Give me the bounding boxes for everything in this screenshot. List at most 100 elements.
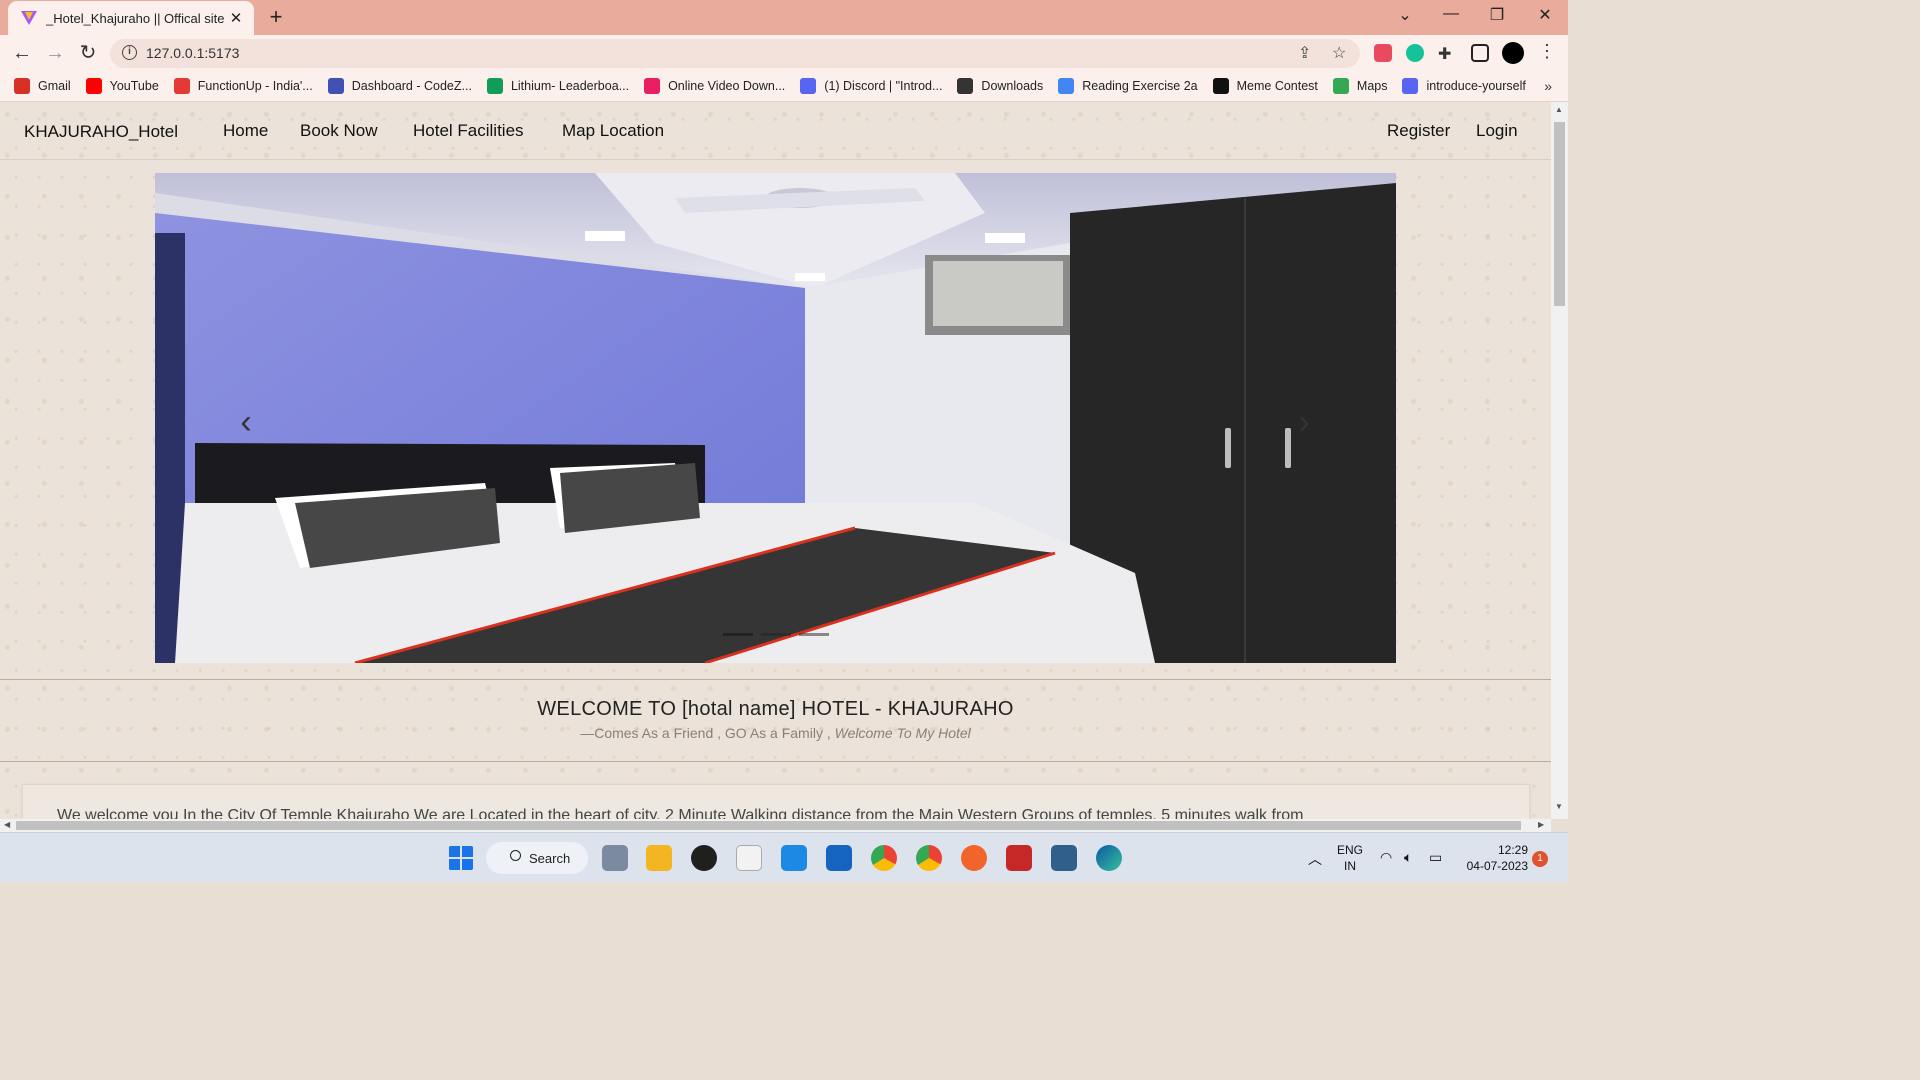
docs-icon [1058, 78, 1075, 94]
start-windows-icon[interactable] [448, 845, 474, 871]
horizontal-scrollbar[interactable]: ◀ ▶ [0, 819, 1551, 832]
chrome-menu-icon[interactable]: ⋮ [1538, 41, 1556, 62]
task-view-icon[interactable] [602, 845, 628, 871]
grammarly-icon[interactable] [1406, 44, 1424, 62]
reload-button[interactable]: ↻ [76, 41, 100, 65]
share-icon[interactable]: ⇪ [1298, 43, 1311, 63]
carousel-indicator-2[interactable] [761, 633, 791, 636]
vertical-scrollbar[interactable]: ▲ ▼ [1551, 102, 1568, 819]
sql-workbench-icon[interactable] [1051, 845, 1077, 871]
bookmark-item[interactable]: (1) Discord | "Introd... [800, 78, 942, 94]
address-bar[interactable]: i 127.0.0.1:5173 ⇪ ☆ [110, 39, 1360, 68]
nav-book-now-link[interactable]: Book Now [300, 121, 377, 141]
forward-button[interactable]: → [43, 41, 67, 65]
clock-time[interactable]: 12:29 [1456, 843, 1528, 857]
bookmark-item[interactable]: Maps [1332, 78, 1387, 94]
mail-icon[interactable] [826, 845, 852, 871]
bookmark-item[interactable]: Lithium- Leaderboa... [486, 78, 630, 94]
carousel-indicator-1[interactable] [723, 633, 753, 636]
discord-icon [800, 78, 817, 94]
bookmark-item[interactable]: Dashboard - CodeZ... [327, 78, 472, 94]
extension-red-icon[interactable] [1374, 44, 1392, 62]
youtube-icon [85, 78, 102, 94]
download-icon [957, 78, 974, 94]
tagline-plain: —Comes As a Friend , GO As a Family , [580, 725, 831, 741]
tab-close-icon[interactable]: ✕ [228, 9, 244, 27]
extensions-puzzle-icon[interactable]: ✚ [1438, 44, 1456, 63]
site-brand[interactable]: KHAJURAHO_Hotel [24, 122, 178, 142]
bookmark-star-icon[interactable]: ☆ [1332, 43, 1346, 63]
postman-icon[interactable] [961, 845, 987, 871]
bookmark-item[interactable]: Gmail [14, 78, 71, 94]
microsoft-store-icon[interactable] [736, 845, 762, 871]
welcome-heading: WELCOME TO [hotal name] HOTEL - KHAJURAH… [537, 698, 1014, 720]
bookmarks-overflow-icon[interactable]: » [1544, 78, 1552, 94]
edge-icon[interactable] [1096, 845, 1122, 871]
scroll-right-icon[interactable]: ▶ [1538, 820, 1544, 829]
scroll-left-icon[interactable]: ◀ [4, 820, 10, 829]
carousel-indicator-3[interactable] [799, 633, 829, 636]
page-viewport: KHAJURAHO_Hotel Home Book Now Hotel Faci… [0, 102, 1551, 819]
bookmark-label: YouTube [109, 79, 159, 93]
bookmark-label: Reading Exercise 2a [1082, 79, 1198, 93]
hotel-room-carousel: ‹ › [155, 173, 1396, 663]
nav-home-link[interactable]: Home [223, 121, 268, 141]
windows-taskbar: Search ︿ ENG IN ◠ 🔈︎ ▭ 12:29 04-07-2023 … [0, 832, 1568, 882]
discord-icon [1402, 78, 1419, 94]
language-top[interactable]: ENG [1334, 843, 1366, 857]
nav-map-location-link[interactable]: Map Location [562, 121, 664, 141]
bookmark-item[interactable]: Meme Contest [1212, 78, 1318, 94]
browser-toolbar: ← → ↻ i 127.0.0.1:5173 ⇪ ☆ ✚ ⋮ [0, 35, 1568, 71]
profile-avatar[interactable] [1502, 42, 1524, 64]
restore-button[interactable]: ❐ [1482, 5, 1512, 25]
bookmark-label: Meme Contest [1236, 79, 1318, 93]
hotel-room-photo [155, 173, 1396, 663]
bookmark-item[interactable]: FunctionUp - India'... [173, 78, 313, 94]
minimize-button[interactable]: — [1436, 5, 1466, 23]
file-explorer-icon[interactable] [646, 845, 672, 871]
clock-date[interactable]: 04-07-2023 [1456, 859, 1528, 873]
vite-favicon-icon [21, 11, 37, 25]
tab-search-dropdown-icon[interactable]: ⌄ [1390, 5, 1420, 25]
tagline-italic: Welcome To My Hotel [834, 725, 971, 741]
vscode-icon[interactable] [781, 845, 807, 871]
maps-icon [1332, 78, 1349, 94]
battery-icon[interactable]: ▭ [1429, 849, 1442, 866]
nav-hotel-facilities-link[interactable]: Hotel Facilities [413, 121, 524, 141]
carousel-next-icon[interactable]: › [1289, 403, 1319, 442]
taskbar-search[interactable]: Search [486, 842, 588, 874]
sheets-icon [486, 78, 503, 94]
carousel-indicators [723, 633, 829, 636]
notification-badge[interactable]: 1 [1532, 851, 1548, 867]
scroll-up-icon[interactable]: ▲ [1555, 105, 1563, 114]
language-bottom[interactable]: IN [1334, 859, 1366, 873]
register-link[interactable]: Register [1387, 121, 1450, 141]
back-button[interactable]: ← [10, 41, 34, 65]
wifi-icon[interactable]: ◠ [1380, 849, 1392, 866]
screen-recorder-icon[interactable] [1006, 845, 1032, 871]
carousel-prev-icon[interactable]: ‹ [231, 403, 261, 442]
mongodb-compass-icon[interactable] [691, 845, 717, 871]
horizontal-scroll-thumb[interactable] [16, 821, 1521, 830]
bookmark-item[interactable]: Online Video Down... [644, 78, 785, 94]
bookmark-item[interactable]: Downloads [957, 78, 1043, 94]
functionup-icon [173, 78, 190, 94]
volume-icon[interactable]: 🔈︎ [1404, 849, 1412, 866]
chrome-icon[interactable] [871, 845, 897, 871]
vertical-scroll-thumb[interactable] [1554, 122, 1565, 306]
tray-overflow-icon[interactable]: ︿ [1308, 849, 1322, 869]
bookmark-item[interactable]: YouTube [85, 78, 159, 94]
new-tab-button[interactable]: + [264, 4, 288, 30]
browser-tab-active[interactable]: _Hotel_Khajuraho || Offical site ✕ [8, 1, 254, 35]
side-panel-icon[interactable] [1471, 44, 1489, 62]
close-window-button[interactable]: ✕ [1530, 5, 1560, 25]
scroll-down-icon[interactable]: ▼ [1555, 802, 1563, 811]
bookmark-item[interactable]: introduce-yourself [1402, 78, 1526, 94]
login-link[interactable]: Login [1476, 121, 1518, 141]
url-text[interactable]: 127.0.0.1:5173 [146, 45, 239, 61]
bookmark-label: Lithium- Leaderboa... [510, 79, 630, 93]
site-info-icon[interactable]: i [122, 45, 137, 60]
chrome-profile-icon[interactable] [916, 845, 942, 871]
bookmark-item[interactable]: Reading Exercise 2a [1058, 78, 1198, 94]
section-divider-top [0, 679, 1551, 680]
